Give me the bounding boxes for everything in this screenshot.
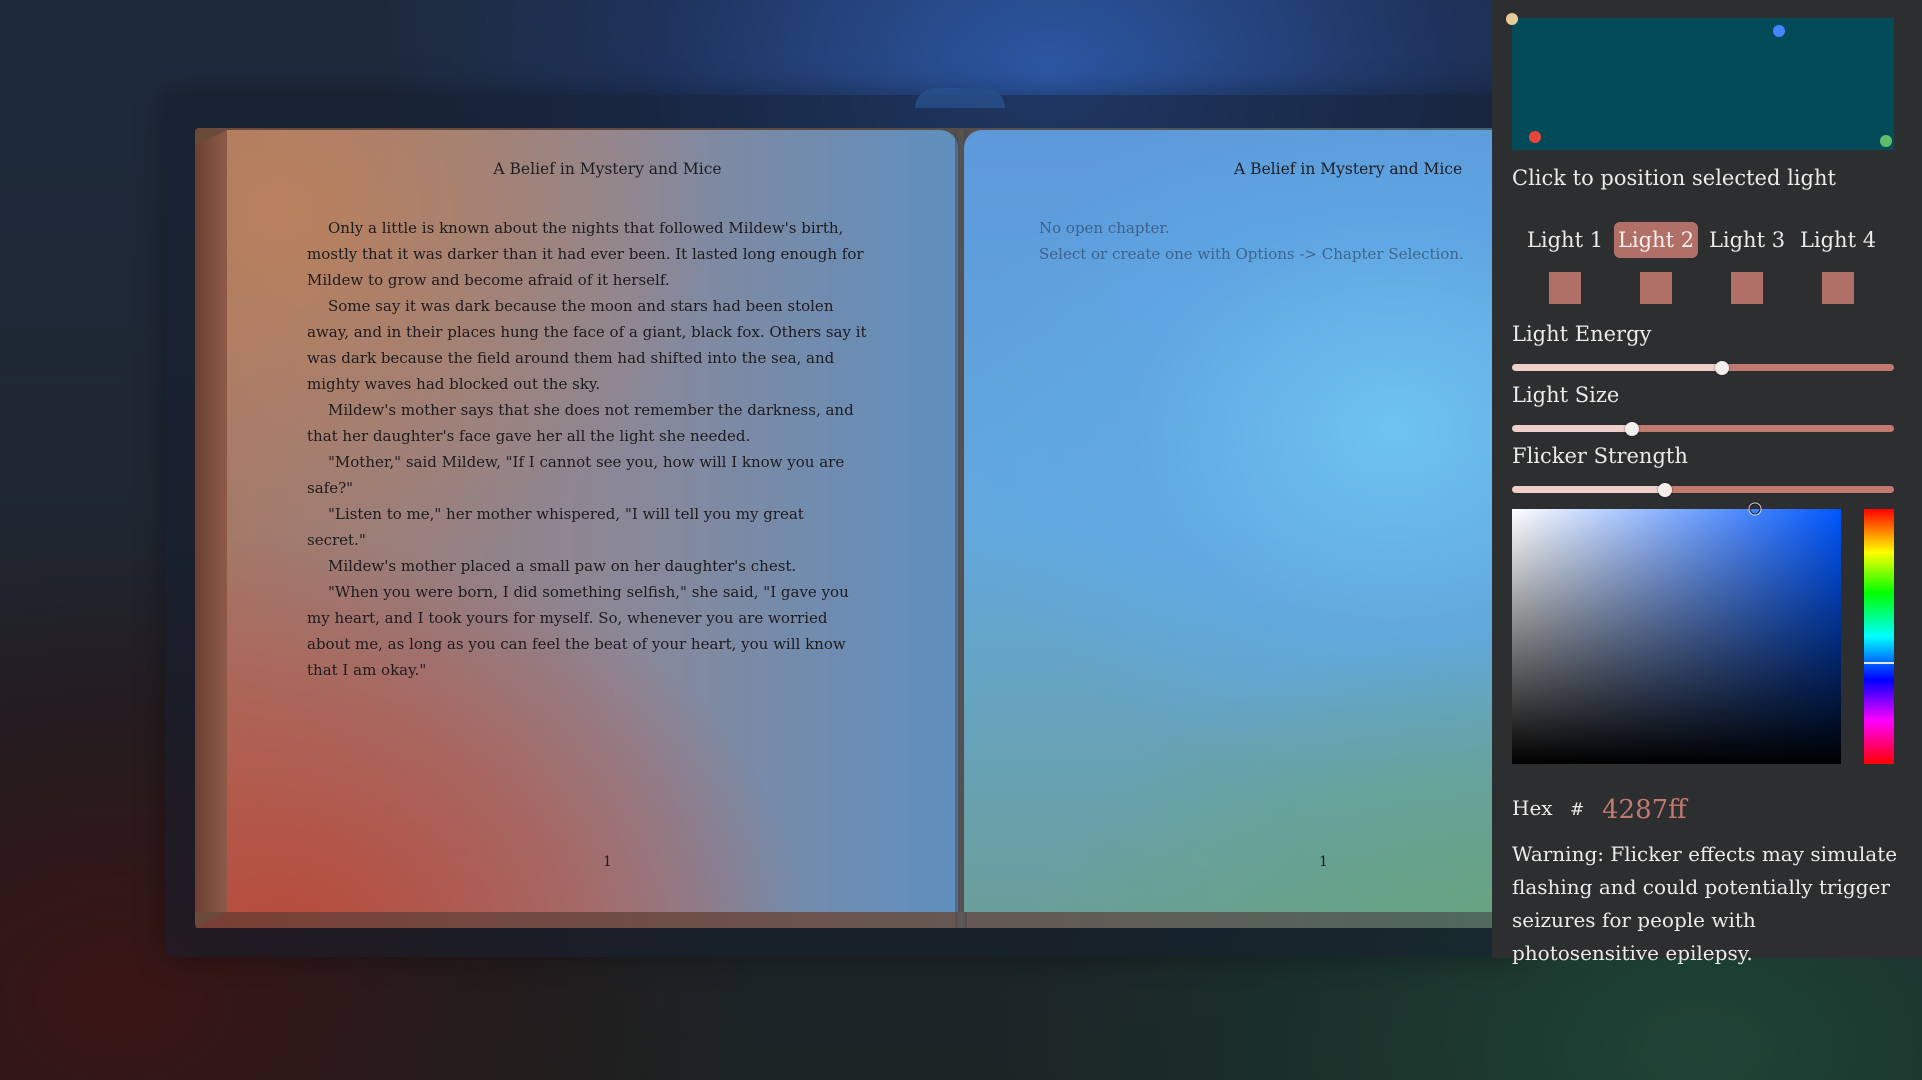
paragraph: "Listen to me," her mother whispered, "I… — [307, 505, 804, 549]
tab-light-3[interactable]: Light 3 — [1705, 222, 1789, 258]
slider-thumb[interactable] — [1715, 360, 1730, 375]
light-2-color-swatch[interactable] — [1640, 272, 1672, 304]
saturation-brightness-picker[interactable] — [1512, 503, 1841, 764]
hex-label: Hex — [1512, 796, 1553, 820]
no-chapter-line: No open chapter. — [1039, 219, 1170, 237]
light-tabs: Light 1 Light 2 Light 3 Light 4 — [1512, 222, 1894, 258]
left-page-text: Only a little is known about the nights … — [307, 215, 867, 683]
book-page-edge-left — [195, 130, 227, 912]
paragraph: Some say it was dark because the moon an… — [307, 297, 867, 393]
light-3-dot[interactable] — [1529, 131, 1541, 143]
slider-track-rest — [1664, 486, 1894, 493]
book-page-edge-bottom — [195, 912, 1525, 928]
slider-fill — [1512, 425, 1633, 432]
right-page-title: A Belief in Mystery and Mice — [1234, 160, 1463, 178]
hue-marker[interactable] — [1864, 662, 1894, 664]
flicker-warning: Warning: Flicker effects may simulate fl… — [1512, 842, 1898, 965]
book-spine-top — [915, 88, 1005, 108]
paragraph: Mildew's mother says that she does not r… — [307, 401, 854, 445]
slider-fill — [1512, 486, 1665, 493]
light-3-color-swatch[interactable] — [1731, 272, 1763, 304]
left-page-title: A Belief in Mystery and Mice — [493, 160, 722, 178]
slider-fill — [1512, 364, 1723, 371]
right-page: A Belief in Mystery and Mice No open cha… — [964, 130, 1525, 912]
light-position-canvas[interactable] — [1506, 13, 1894, 150]
light-4-color-swatch[interactable] — [1822, 272, 1854, 304]
slider-track-rest — [1722, 364, 1894, 371]
slider-thumb[interactable] — [1625, 421, 1640, 436]
slider-thumb[interactable] — [1657, 482, 1672, 497]
color-picker-cursor[interactable] — [1749, 503, 1761, 515]
hex-hash: # — [1570, 800, 1585, 820]
chapter-selection-hint: Select or create one with Options -> Cha… — [1039, 245, 1464, 263]
paragraph: Mildew's mother placed a small paw on he… — [328, 557, 797, 575]
slider-track-rest — [1632, 425, 1894, 432]
paragraph: "When you were born, I did something sel… — [307, 583, 849, 679]
hue-slider[interactable] — [1864, 509, 1894, 764]
flicker-strength-slider[interactable] — [1512, 482, 1894, 497]
tab-light-2[interactable]: Light 2 — [1613, 222, 1699, 258]
light-1-color-swatch[interactable] — [1549, 272, 1581, 304]
lighting-panel: Click to position selected light Light 1… — [1492, 0, 1922, 965]
paragraph: "Mother," said Mildew, "If I cannot see … — [307, 453, 845, 497]
light-size-label: Light Size — [1512, 383, 1620, 407]
right-page-number: 1 — [1319, 854, 1328, 870]
tab-light-1[interactable]: Light 1 — [1523, 222, 1607, 258]
left-page-number: 1 — [603, 854, 612, 870]
light-position-hint: Click to position selected light — [1512, 166, 1836, 190]
tab-light-4[interactable]: Light 4 — [1796, 222, 1880, 258]
light-size-slider[interactable] — [1512, 421, 1894, 436]
paragraph: Only a little is known about the nights … — [307, 219, 864, 289]
light-energy-slider[interactable] — [1512, 360, 1894, 375]
light-4-dot[interactable] — [1880, 135, 1892, 147]
light-energy-label: Light Energy — [1512, 322, 1652, 346]
no-chapter-message: No open chapter. Select or create one wi… — [1039, 215, 1519, 267]
light-2-dot[interactable] — [1773, 25, 1785, 37]
light-1-dot[interactable] — [1506, 13, 1518, 25]
flicker-strength-label: Flicker Strength — [1512, 444, 1688, 468]
left-page: A Belief in Mystery and Mice Only a litt… — [227, 130, 958, 912]
hex-input[interactable] — [1602, 790, 1782, 830]
